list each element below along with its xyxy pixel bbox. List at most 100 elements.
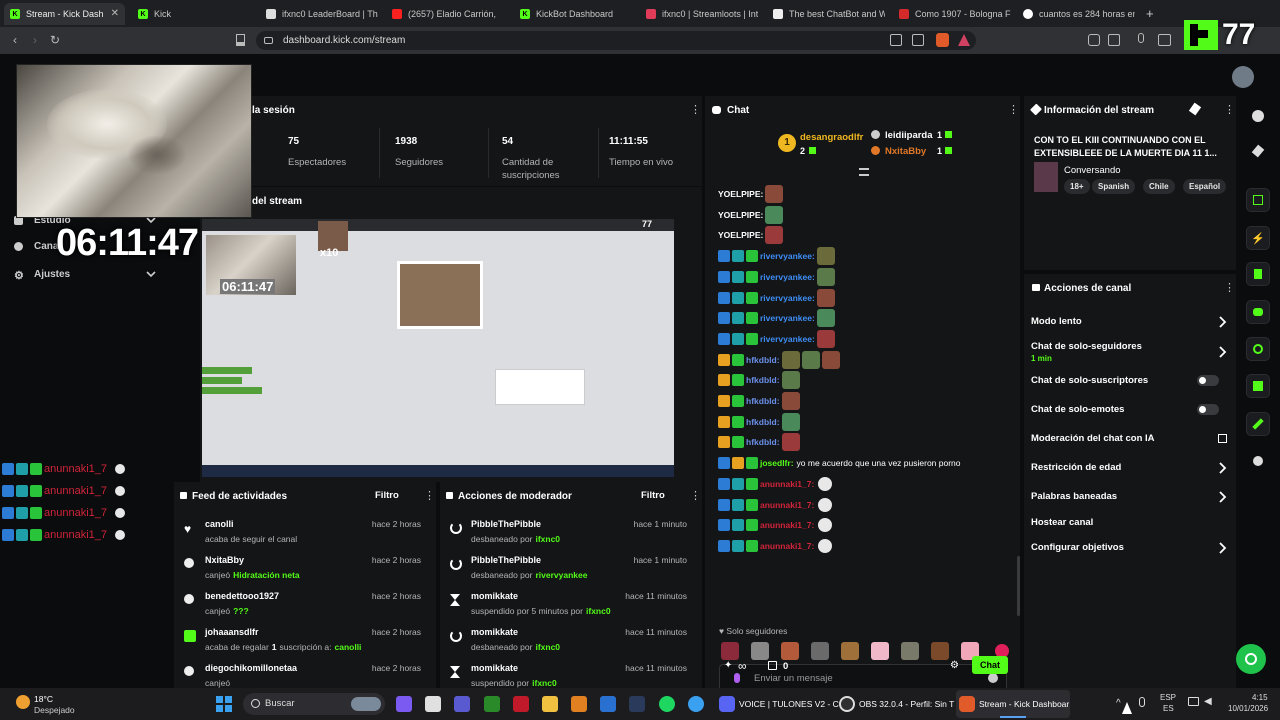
help-chat-button[interactable] <box>1236 644 1266 674</box>
chat-username[interactable]: anunnaki1_7 <box>44 463 107 475</box>
top-gifter-name[interactable]: leidiiparda <box>885 130 933 141</box>
taskbar-app-obs[interactable]: OBS 32.0.4 - Perfil: Sin T <box>836 690 954 718</box>
rewards-icon[interactable] <box>958 34 970 46</box>
sidebar-item-settings[interactable]: ⚙ Ajustes <box>14 268 174 284</box>
chat-username[interactable]: YOELPIPE: <box>718 230 763 240</box>
chat-username[interactable]: YOELPIPE: <box>718 210 763 220</box>
taskbar-app-brave[interactable]: Stream - Kick Dashboar <box>956 690 1070 718</box>
channel-action-6[interactable]: Palabras baneadas <box>1031 491 1227 503</box>
bookmark-icon[interactable] <box>236 34 245 46</box>
row-by[interactable]: ifxnc0 <box>535 642 560 652</box>
emote-icon[interactable] <box>811 642 829 660</box>
spotify-icon[interactable] <box>659 696 675 712</box>
chat-settings-icon[interactable]: ⚙ <box>950 660 959 671</box>
chat-username[interactable]: rivervyankee: <box>760 334 815 344</box>
row-by[interactable]: ifxnc0 <box>532 678 557 688</box>
chat-username[interactable]: anunnaki1_7: <box>760 479 814 489</box>
emote-icon[interactable] <box>781 642 799 660</box>
chat-send-button[interactable]: Chat <box>972 656 1008 674</box>
chat-username[interactable]: hfkdbld: <box>746 417 780 427</box>
rail-button-tools[interactable] <box>1246 412 1270 436</box>
more-options-icon[interactable]: ⋮ <box>1008 104 1019 116</box>
chat-username[interactable]: YOELPIPE: <box>718 189 763 199</box>
site-info-icon[interactable] <box>264 37 273 44</box>
chat-username[interactable]: anunnaki1_7: <box>760 500 814 510</box>
tab-google[interactable]: cuantos es 284 horas en s <box>1017 3 1135 25</box>
more-options-icon[interactable]: ⋮ <box>1224 282 1235 294</box>
mic-icon[interactable] <box>734 673 740 683</box>
rail-button-stats[interactable] <box>1246 262 1270 286</box>
toggle-switch[interactable] <box>1197 375 1219 386</box>
chat-username[interactable]: anunnaki1_7 <box>44 529 107 541</box>
avatar[interactable] <box>1232 66 1254 88</box>
tab-kick-dashboard[interactable]: K Stream - Kick Dash ✕ <box>4 3 125 25</box>
file-explorer-icon[interactable] <box>425 696 441 712</box>
rail-button-preview[interactable] <box>1246 188 1270 212</box>
tab-kick[interactable]: K Kick <box>132 3 250 25</box>
tray-expand-icon[interactable]: ^ <box>1116 698 1121 709</box>
emote-icon[interactable] <box>751 642 769 660</box>
category-thumbnail[interactable] <box>1034 162 1058 192</box>
tab-football[interactable]: Como 1907 - Bologna FC <box>893 3 1011 25</box>
mic-icon[interactable] <box>1138 33 1144 43</box>
taskbar-search[interactable]: Buscar <box>243 693 385 715</box>
folder-icon[interactable] <box>542 696 558 712</box>
taskbar-app-discord[interactable]: VOICE | TULONES V2 - C <box>716 690 839 718</box>
row-by[interactable]: ifxnc0 <box>586 606 611 616</box>
close-tab-icon[interactable]: ✕ <box>111 8 119 19</box>
emote-icon[interactable] <box>901 642 919 660</box>
chat-username[interactable]: rivervyankee: <box>760 251 815 261</box>
rail-button-chat[interactable] <box>1246 300 1270 324</box>
back-icon[interactable]: ‹ <box>8 33 22 47</box>
channel-action-7[interactable]: Hostear canal <box>1031 517 1227 529</box>
nvidia-icon[interactable] <box>484 696 500 712</box>
filter-button[interactable]: Filtro <box>641 490 665 501</box>
chat-scrollbar[interactable] <box>1017 556 1020 616</box>
tab-kickbot[interactable]: K KickBot Dashboard <box>514 3 632 25</box>
more-options-icon[interactable]: ⋮ <box>1224 104 1235 116</box>
channel-action-3[interactable]: Chat de solo-emotes <box>1031 404 1227 416</box>
emote-icon[interactable] <box>871 642 889 660</box>
emote-icon[interactable] <box>931 642 949 660</box>
chat-username[interactable]: anunnaki1_7 <box>44 485 107 497</box>
chat-username[interactable]: anunnaki1_7: <box>760 520 814 530</box>
screenshot-icon[interactable] <box>1108 34 1120 46</box>
channel-action-2[interactable]: Chat de solo-suscriptores <box>1031 375 1227 387</box>
extensions-icon[interactable] <box>1088 34 1100 46</box>
channel-action-5[interactable]: Restricción de edad <box>1031 462 1227 474</box>
star-icon[interactable]: ✦ <box>724 660 732 671</box>
chat-username[interactable]: rivervyankee: <box>760 313 815 323</box>
chat-username[interactable]: anunnaki1_7 <box>44 507 107 519</box>
copilot-icon[interactable] <box>396 696 412 712</box>
info-icon[interactable] <box>1252 110 1264 122</box>
collapse-icon[interactable] <box>859 168 869 176</box>
channel-action-4[interactable]: Moderación del chat con IA <box>1031 433 1227 445</box>
forward-icon[interactable]: › <box>28 33 42 47</box>
reload-icon[interactable]: ↻ <box>48 33 62 47</box>
gift-icon[interactable] <box>768 661 777 670</box>
chat-username[interactable]: rivervyankee: <box>760 272 815 282</box>
channel-action-8[interactable]: Configurar objetivos <box>1031 542 1227 554</box>
clock-time[interactable]: 4:15 <box>1252 693 1268 702</box>
rail-button-flash[interactable]: ⚡ <box>1246 226 1270 250</box>
emoji-icon[interactable] <box>988 673 998 683</box>
tag-chip[interactable]: 18+ <box>1064 179 1090 194</box>
rail-button-mod[interactable] <box>1246 374 1270 398</box>
edge-icon[interactable] <box>688 696 704 712</box>
teams-icon[interactable] <box>454 696 470 712</box>
channel-action-0[interactable]: Modo lento <box>1031 316 1227 328</box>
weather-temp[interactable]: 18°C <box>34 694 53 704</box>
infinity-icon[interactable]: ∞ <box>738 659 747 673</box>
tag-chip[interactable]: Chile <box>1143 179 1175 194</box>
outlook-icon[interactable] <box>600 696 616 712</box>
tab-youtube[interactable]: (2657) Eladio Carrión, <box>386 3 504 25</box>
new-tab-icon[interactable]: + <box>1146 6 1154 21</box>
filter-button[interactable]: Filtro <box>375 490 399 501</box>
brave-icon[interactable] <box>936 33 949 47</box>
more-options-icon[interactable]: ⋮ <box>424 490 435 502</box>
tab-leaderboard[interactable]: ifxnc0 LeaderBoard | The <box>260 3 378 25</box>
chat-username[interactable]: hfkdbld: <box>746 355 780 365</box>
rail-button-broadcast[interactable] <box>1246 337 1270 361</box>
row-by[interactable]: rivervyankee <box>535 570 587 580</box>
row-to[interactable]: canolli <box>335 642 362 652</box>
